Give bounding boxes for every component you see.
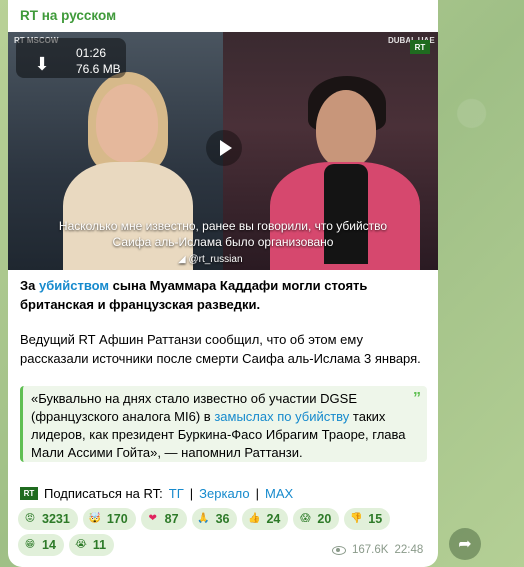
reaction-count: 14 <box>42 538 56 552</box>
separator: | <box>189 486 194 501</box>
post-quote: «Буквально на днях стало известно об уча… <box>20 386 427 462</box>
reaction-heart[interactable]: ❤ 87 <box>140 508 187 530</box>
forward-button[interactable]: ➦ <box>449 528 481 560</box>
download-icon[interactable]: ⬇ <box>30 52 54 76</box>
video-player[interactable]: RT MSCOW DUBAI, UAE RT ⬇ 01:26 76.6 MB Н… <box>8 32 438 270</box>
post-lead: За убийством сына Муаммара Каддафи могли… <box>20 276 430 314</box>
view-count: 167.6K <box>352 544 389 556</box>
reaction-thumbs-down[interactable]: 👎 15 <box>344 508 391 530</box>
quote-icon: ” <box>413 390 421 407</box>
reaction-scream[interactable]: 😱 20 <box>293 508 340 530</box>
rt-logo-small: RT <box>20 487 38 500</box>
video-watermark: ◢ @rt_russian <box>178 254 243 265</box>
reaction-pray[interactable]: 🙏 36 <box>191 508 238 530</box>
telegram-icon: ◢ <box>178 254 189 265</box>
subscribe-link-mirror[interactable]: Зеркало <box>199 486 249 501</box>
crying-face-icon: 😭 <box>75 539 87 550</box>
subscribe-row: RT Подписаться на RT: ТГ | Зеркало | MAX <box>20 486 293 501</box>
red-heart-icon: ❤ <box>148 513 157 524</box>
rt-logo: RT <box>410 40 430 54</box>
reaction-count: 3231 <box>42 512 70 526</box>
reaction-angry[interactable]: 😡 3231 <box>18 508 78 530</box>
reaction-thumbs-up[interactable]: 👍 24 <box>242 508 289 530</box>
message-meta: 167.6K 22:48 <box>332 544 423 556</box>
video-info-box: ⬇ 01:26 76.6 MB <box>16 38 126 78</box>
subscribe-label: Подписаться на RT: <box>44 486 163 501</box>
video-filesize: 76.6 MB <box>76 62 121 76</box>
grinning-face-icon: 😁 <box>24 539 36 550</box>
guest-face <box>316 90 376 168</box>
views-icon <box>332 545 346 555</box>
reaction-count: 170 <box>106 512 128 526</box>
quote-link[interactable]: замыслах по убийству <box>214 409 349 424</box>
angry-face-icon: 😡 <box>24 513 36 524</box>
reaction-count: 20 <box>317 512 332 526</box>
reaction-cry[interactable]: 😭 11 <box>68 534 115 556</box>
play-icon <box>219 140 232 156</box>
subtitle-line-1: Насколько мне известно, ранее вы говорил… <box>58 219 388 233</box>
lead-link[interactable]: убийством <box>39 278 109 293</box>
reaction-count: 11 <box>92 538 107 552</box>
play-button[interactable] <box>206 130 242 166</box>
subtitle-line-2: Саифа аль-Ислама было организовано <box>112 235 334 249</box>
folded-hands-icon: 🙏 <box>197 513 210 524</box>
screaming-face-icon: 😱 <box>300 513 311 524</box>
lead-prefix: За <box>20 278 39 293</box>
reaction-exploding-head[interactable]: 🤯 170 <box>82 508 136 530</box>
exploding-head-icon: 🤯 <box>88 513 102 524</box>
separator: | <box>255 486 260 501</box>
message-time: 22:48 <box>394 544 424 556</box>
video-duration: 01:26 <box>76 46 107 60</box>
subscribe-link-max[interactable]: MAX <box>265 486 293 501</box>
presenter-body <box>63 162 193 270</box>
watermark-text: @rt_russian <box>188 254 243 265</box>
video-subtitle: Насколько мне известно, ранее вы говорил… <box>8 218 438 250</box>
post-paragraph: Ведущий RT Афшин Раттанзи сообщил, что о… <box>20 332 421 366</box>
channel-name[interactable]: RT на русском <box>20 8 116 23</box>
forward-icon: ➦ <box>458 536 472 553</box>
reaction-count: 87 <box>164 512 179 526</box>
thumbs-down-icon: 👎 <box>350 513 363 524</box>
thumbs-up-icon: 👍 <box>248 513 261 524</box>
subscribe-link-tg[interactable]: ТГ <box>169 486 184 501</box>
reaction-count: 15 <box>368 512 383 526</box>
presenter-face <box>96 84 158 162</box>
reaction-count: 24 <box>266 512 281 526</box>
reaction-count: 36 <box>215 512 230 526</box>
reaction-grin[interactable]: 😁 14 <box>18 534 64 556</box>
